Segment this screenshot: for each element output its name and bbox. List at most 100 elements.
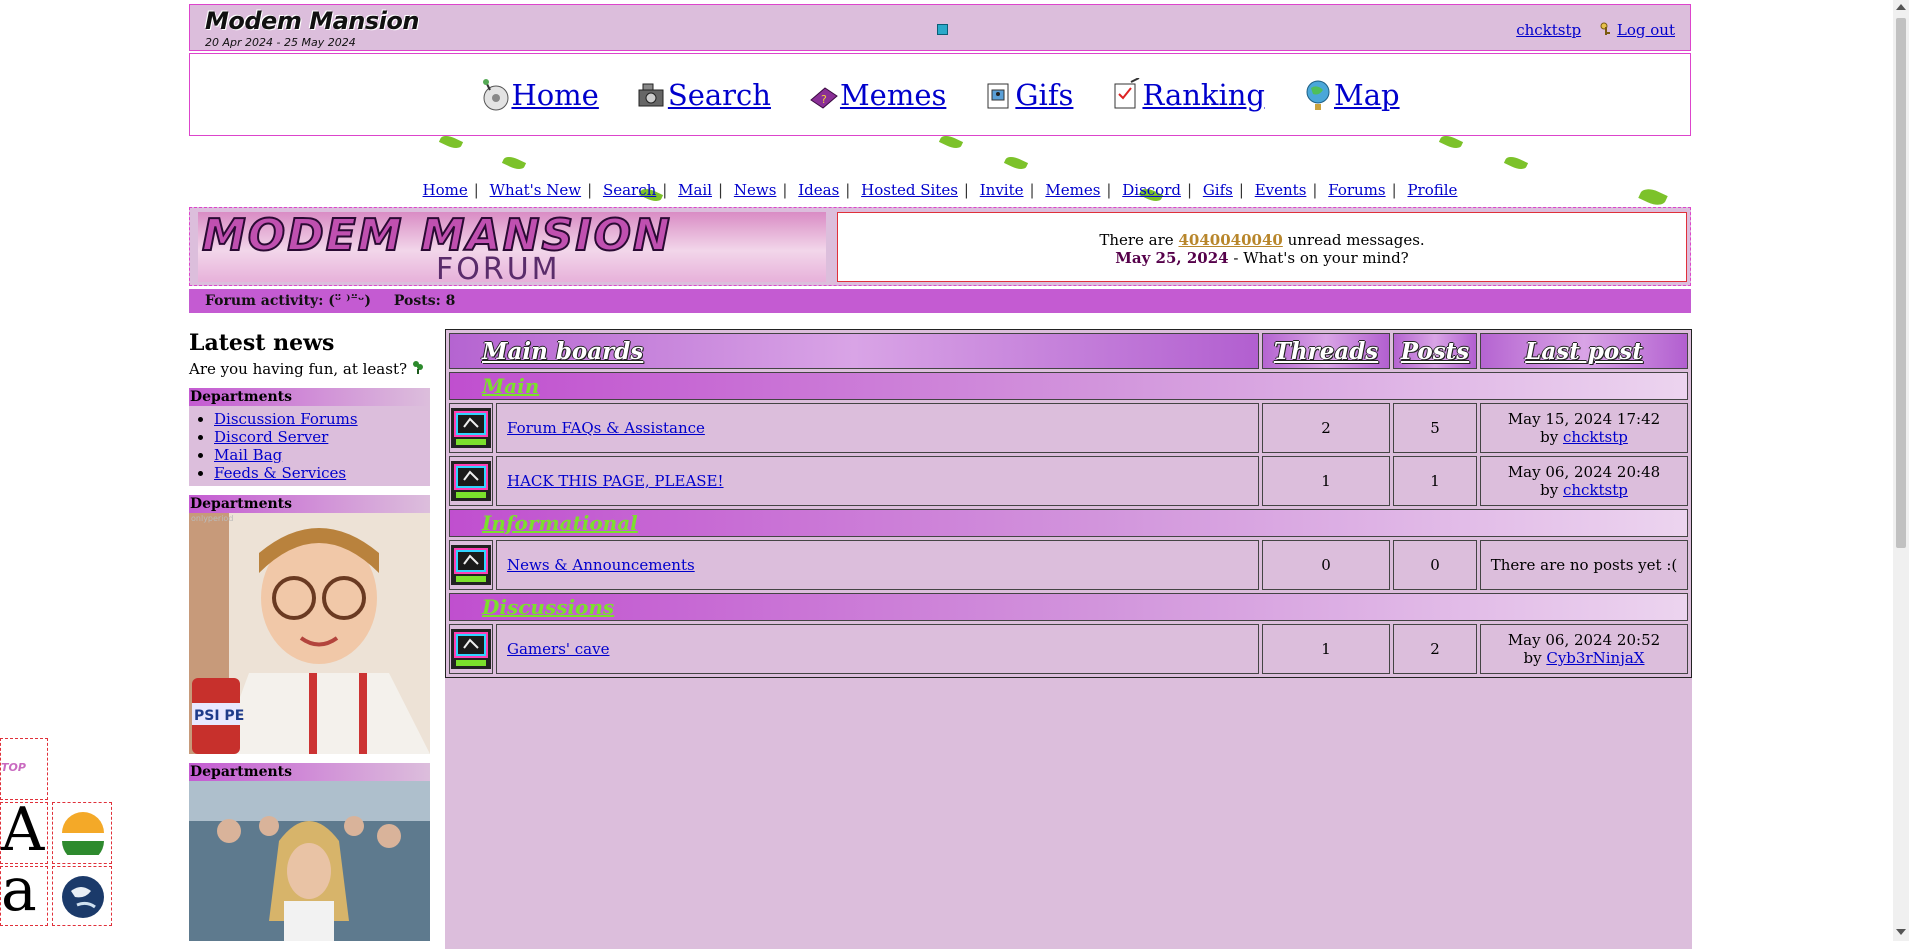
board-link-faqs[interactable]: Forum FAQs & Assistance xyxy=(507,419,705,437)
main-nav-home[interactable]: Home xyxy=(480,78,599,112)
board-posts: 0 xyxy=(1393,540,1477,590)
left-sidebar: Latest news Are you having fun, at least… xyxy=(189,330,430,941)
board-icon-cell xyxy=(449,403,493,453)
site-dates: 20 Apr 2024 - 25 May 2024 xyxy=(205,36,356,49)
can-label: PSI PE xyxy=(194,708,244,724)
board-name-cell: Forum FAQs & Assistance xyxy=(496,403,1259,453)
date-line: May 25, 2024 - What's on your mind? xyxy=(838,249,1686,267)
departments-heading: Departments xyxy=(189,763,430,781)
font-sample-upper: A xyxy=(1,795,45,865)
main-nav-gifs[interactable]: Gifs xyxy=(984,78,1073,112)
table-row: Forum FAQs & Assistance 2 5 May 15, 2024… xyxy=(449,403,1688,453)
board-posts: 1 xyxy=(1393,456,1477,506)
cursor-gem-icon xyxy=(937,24,948,35)
board-name-cell: News & Announcements xyxy=(496,540,1259,590)
board-name-cell: HACK THIS PAGE, PLEASE! xyxy=(496,456,1259,506)
board-icon-cell xyxy=(449,540,493,590)
board-link-gamers-cave[interactable]: Gamers' cave xyxy=(507,640,609,658)
username-link[interactable]: chcktstp xyxy=(1516,21,1581,39)
main-nav-memes-link[interactable]: Memes xyxy=(840,78,946,112)
departments-photo-box-1: Departments PSI PE onlyperiod xyxy=(189,495,430,754)
sub-nav-memes[interactable]: Memes xyxy=(1045,181,1100,199)
dancing-crowd-image xyxy=(189,781,430,941)
scrollbar-thumb[interactable] xyxy=(1896,18,1906,548)
last-post-user-link[interactable]: Cyb3rNinjaX xyxy=(1546,649,1644,667)
unread-count-link[interactable]: 4040040040 xyxy=(1178,231,1282,249)
sub-nav-search[interactable]: Search xyxy=(603,181,656,199)
board-icon-cell xyxy=(449,624,493,674)
sub-nav-separator: | xyxy=(587,181,593,199)
unread-suffix: unread messages. xyxy=(1287,231,1425,249)
sub-nav-whats-new[interactable]: What's New xyxy=(490,181,581,199)
main-nav-ranking[interactable]: Ranking xyxy=(1111,77,1265,112)
board-link-hack-this-page[interactable]: HACK THIS PAGE, PLEASE! xyxy=(507,472,724,490)
sub-nav-hosted-sites[interactable]: Hosted Sites xyxy=(861,181,958,199)
board-icon-cell xyxy=(449,456,493,506)
dept-link-discussion-forums[interactable]: Discussion Forums xyxy=(214,410,358,428)
earth-icon-box xyxy=(52,866,112,926)
logout-group: Log out xyxy=(1600,21,1675,39)
main-nav-home-link[interactable]: Home xyxy=(511,78,598,112)
last-post-by: by Cyb3rNinjaX xyxy=(1482,649,1686,667)
sub-nav-profile[interactable]: Profile xyxy=(1407,181,1457,199)
font-sample-lower: a xyxy=(1,855,37,925)
leaf-decoration xyxy=(1503,153,1529,173)
main-nav-map-link[interactable]: Map xyxy=(1334,78,1400,112)
sub-nav-home[interactable]: Home xyxy=(423,181,468,199)
main-nav-map[interactable]: Map xyxy=(1303,78,1400,112)
flag-icon-box xyxy=(52,802,112,864)
scroll-up-arrow-icon[interactable] xyxy=(1896,4,1906,10)
category-discussions: Discussions xyxy=(449,593,1688,621)
table-row: HACK THIS PAGE, PLEASE! 1 1 May 06, 2024… xyxy=(449,456,1688,506)
category-link-main[interactable]: Main xyxy=(482,374,539,398)
cd-icon xyxy=(483,78,509,110)
boy-photo: PSI PE onlyperiod xyxy=(189,513,430,754)
sub-nav-mail[interactable]: Mail xyxy=(678,181,712,199)
latest-news-sub: Are you having fun, at least? xyxy=(189,360,408,378)
sunset-flag-icon xyxy=(62,812,104,855)
main-nav-memes[interactable]: ? Memes xyxy=(809,78,946,112)
last-post-user-link[interactable]: chcktstp xyxy=(1563,428,1628,446)
computer-icon xyxy=(451,545,491,585)
main-nav-gifs-link[interactable]: Gifs xyxy=(1015,78,1073,112)
by-label: by xyxy=(1540,428,1559,446)
category-link-informational[interactable]: Informational xyxy=(482,511,638,535)
forum-banner: MODEM MANSION FORUM There are 4040040040… xyxy=(189,207,1691,287)
sub-nav-gifs[interactable]: Gifs xyxy=(1203,181,1233,199)
edge-gif-box: TOP xyxy=(0,738,48,800)
dept-link-mail-bag[interactable]: Mail Bag xyxy=(214,446,282,464)
departments-photo-box-2: Departments xyxy=(189,763,430,941)
photo-watermark: onlyperiod xyxy=(191,514,233,523)
category-row: Informational xyxy=(449,509,1688,537)
scroll-down-arrow-icon[interactable] xyxy=(1896,929,1906,935)
board-last-post: There are no posts yet :( xyxy=(1480,540,1688,590)
main-nav-search-link[interactable]: Search xyxy=(668,78,771,112)
list-item: Discussion Forums xyxy=(214,410,430,428)
sub-nav-news[interactable]: News xyxy=(734,181,777,199)
board-link-news[interactable]: News & Announcements xyxy=(507,556,695,574)
logout-link[interactable]: Log out xyxy=(1617,21,1675,39)
sub-nav-separator: | xyxy=(845,181,851,199)
sub-nav-separator: | xyxy=(1186,181,1193,199)
board-name-cell: Gamers' cave xyxy=(496,624,1259,674)
latest-news-text: Are you having fun, at least? xyxy=(189,360,430,378)
table-row: News & Announcements 0 0 There are no po… xyxy=(449,540,1688,590)
sub-nav-ideas[interactable]: Ideas xyxy=(798,181,839,199)
last-post-user-link[interactable]: chcktstp xyxy=(1563,481,1628,499)
sub-nav-invite[interactable]: Invite xyxy=(980,181,1024,199)
category-informational: Informational xyxy=(449,509,1688,537)
last-post-date: May 15, 2024 17:42 xyxy=(1507,410,1661,428)
board-threads: 1 xyxy=(1262,624,1390,674)
sub-nav-discord[interactable]: Discord xyxy=(1122,181,1181,199)
sub-nav-events[interactable]: Events xyxy=(1255,181,1307,199)
board-last-post: May 06, 2024 20:52 by Cyb3rNinjaX xyxy=(1480,624,1688,674)
main-nav-search[interactable]: Search xyxy=(637,78,771,112)
dept-link-discord-server[interactable]: Discord Server xyxy=(214,428,328,446)
by-label: by xyxy=(1523,649,1542,667)
category-link-discussions[interactable]: Discussions xyxy=(482,595,614,619)
dept-link-feeds-services[interactable]: Feeds & Services xyxy=(214,464,346,482)
vertical-scrollbar[interactable] xyxy=(1893,0,1909,941)
sub-nav-forums[interactable]: Forums xyxy=(1328,181,1385,199)
last-post-by: by chcktstp xyxy=(1482,481,1686,499)
main-nav-ranking-link[interactable]: Ranking xyxy=(1142,78,1265,112)
